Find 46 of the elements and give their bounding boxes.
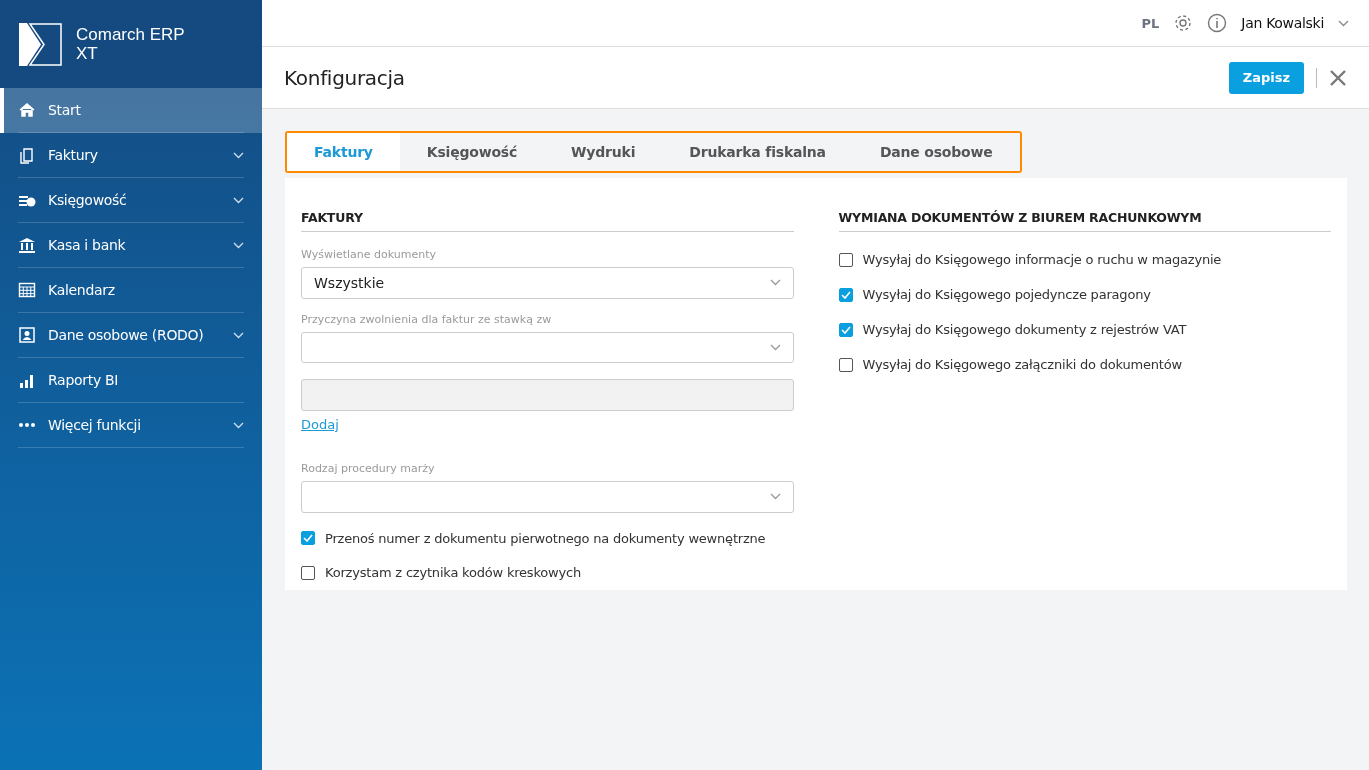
menu-item-icon <box>18 281 36 299</box>
section-title: FAKTURY <box>301 210 794 232</box>
chevron-down-icon <box>769 493 781 501</box>
checkbox-label: Wysyłaj do Księgowego załączniki do dokumentów <box>862 357 1182 372</box>
checkbox-label: Wysyłaj do Księgowego pojedyncze paragony <box>862 287 1151 302</box>
field-label: Wyświetlane dokumenty <box>301 248 438 261</box>
page-title: Konfiguracja <box>284 65 406 90</box>
close-icon[interactable] <box>1329 68 1347 87</box>
checkbox[interactable] <box>838 322 853 337</box>
menu-item-icon <box>18 326 36 344</box>
language-selector[interactable]: PL <box>1141 15 1160 31</box>
chevron-down-icon <box>769 344 781 352</box>
sidebar-item[interactable]: Dane osobowe (RODO) <box>0 313 262 358</box>
menu-item-icon <box>18 423 36 427</box>
checkbox-label: Wysyłaj do Księgowego dokumenty z rejestrów VAT <box>862 322 1187 337</box>
checkbox[interactable] <box>301 531 315 546</box>
checkbox-label: Przenoś numer z dokumentu pierwotnego na dokumenty wewnętrzne <box>325 530 766 546</box>
checkbox[interactable] <box>301 565 315 580</box>
sidebar-item[interactable]: Więcej funkcji <box>0 403 262 448</box>
field-label: Przyczyna zwolnienia dla faktur ze stawką zw <box>301 312 553 326</box>
sidebar-item[interactable]: Start <box>0 88 262 133</box>
app-name: Comarch ERP XT <box>76 25 185 63</box>
sidebar-item[interactable]: Księgowość <box>0 178 262 223</box>
menu-item-icon <box>18 236 36 254</box>
sidebar-item[interactable]: Kalendarz <box>0 268 262 313</box>
checkbox[interactable] <box>838 252 853 267</box>
checkbox-label: Korzystam z czytnika kodów kreskowych <box>325 565 581 581</box>
sidebar-item[interactable]: Faktury <box>0 133 262 178</box>
menu-item-icon <box>18 101 36 119</box>
section-title: WYMIANA DOKUMENTÓW Z BIUREM RACHUNKOWYM <box>838 210 1331 232</box>
checkbox[interactable] <box>838 357 853 372</box>
field-label: Rodzaj procedury marży <box>301 462 436 476</box>
sidebar-item[interactable]: Raporty BI <box>0 358 262 403</box>
settings-icon[interactable] <box>1173 13 1194 33</box>
checkbox-label: Wysyłaj do Księgowego informacje o ruchu w magazynie <box>862 252 1222 267</box>
menu-item-icon <box>18 146 36 164</box>
info-icon[interactable] <box>1207 13 1228 33</box>
sidebar-item[interactable]: Kasa i bank <box>0 223 262 268</box>
chevron-down-icon <box>769 279 781 287</box>
checkbox[interactable] <box>838 287 853 302</box>
user-name[interactable]: Jan Kowalski <box>1241 15 1324 31</box>
logo-icon <box>19 22 62 66</box>
dropdown-field[interactable]: Wszystkie <box>301 267 794 299</box>
dropdown-field[interactable] <box>301 481 794 513</box>
chevron-down-icon <box>1338 19 1349 27</box>
dropdown-field[interactable] <box>301 331 794 364</box>
